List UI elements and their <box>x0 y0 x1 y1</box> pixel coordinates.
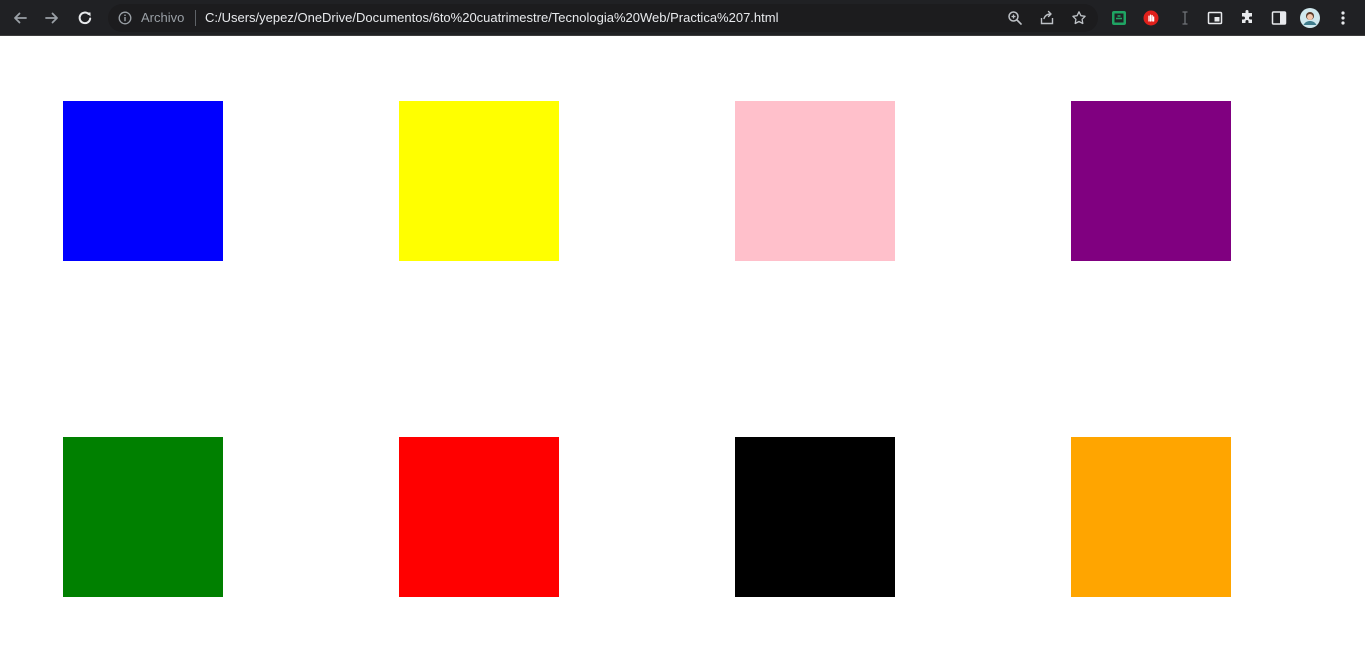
swatch-orange <box>1071 437 1231 597</box>
url-text[interactable]: C:/Users/yepez/OneDrive/Documentos/6to%2… <box>205 11 778 25</box>
reload-icon[interactable] <box>75 8 95 28</box>
swatch-pink <box>735 101 895 261</box>
menu-dots-icon[interactable] <box>1333 8 1353 28</box>
swatch-green <box>63 437 223 597</box>
omnibox-divider <box>195 10 196 26</box>
zoom-icon[interactable] <box>1005 8 1025 28</box>
puzzle-icon[interactable] <box>1237 8 1257 28</box>
swatch-yellow <box>399 101 559 261</box>
share-icon[interactable] <box>1037 8 1057 28</box>
page-canvas <box>0 37 1365 652</box>
text-cursor-icon[interactable] <box>1175 8 1195 28</box>
scheme-label: Archivo <box>141 10 185 25</box>
address-bar[interactable]: Archivo C:/Users/yepez/OneDrive/Document… <box>108 4 1098 32</box>
info-icon[interactable] <box>118 11 132 25</box>
extension-red-hand-icon[interactable] <box>1141 8 1161 28</box>
side-panel-icon[interactable] <box>1269 8 1289 28</box>
browser-toolbar: Archivo C:/Users/yepez/OneDrive/Document… <box>0 0 1365 36</box>
swatch-red <box>399 437 559 597</box>
swatch-black <box>735 437 895 597</box>
swatch-blue <box>63 101 223 261</box>
bookmark-star-icon[interactable] <box>1069 8 1089 28</box>
picture-in-picture-icon[interactable] <box>1205 8 1225 28</box>
extension-green-icon[interactable] <box>1109 8 1129 28</box>
forward-icon[interactable] <box>42 8 62 28</box>
back-icon[interactable] <box>10 8 30 28</box>
swatch-purple <box>1071 101 1231 261</box>
avatar[interactable] <box>1300 8 1320 28</box>
